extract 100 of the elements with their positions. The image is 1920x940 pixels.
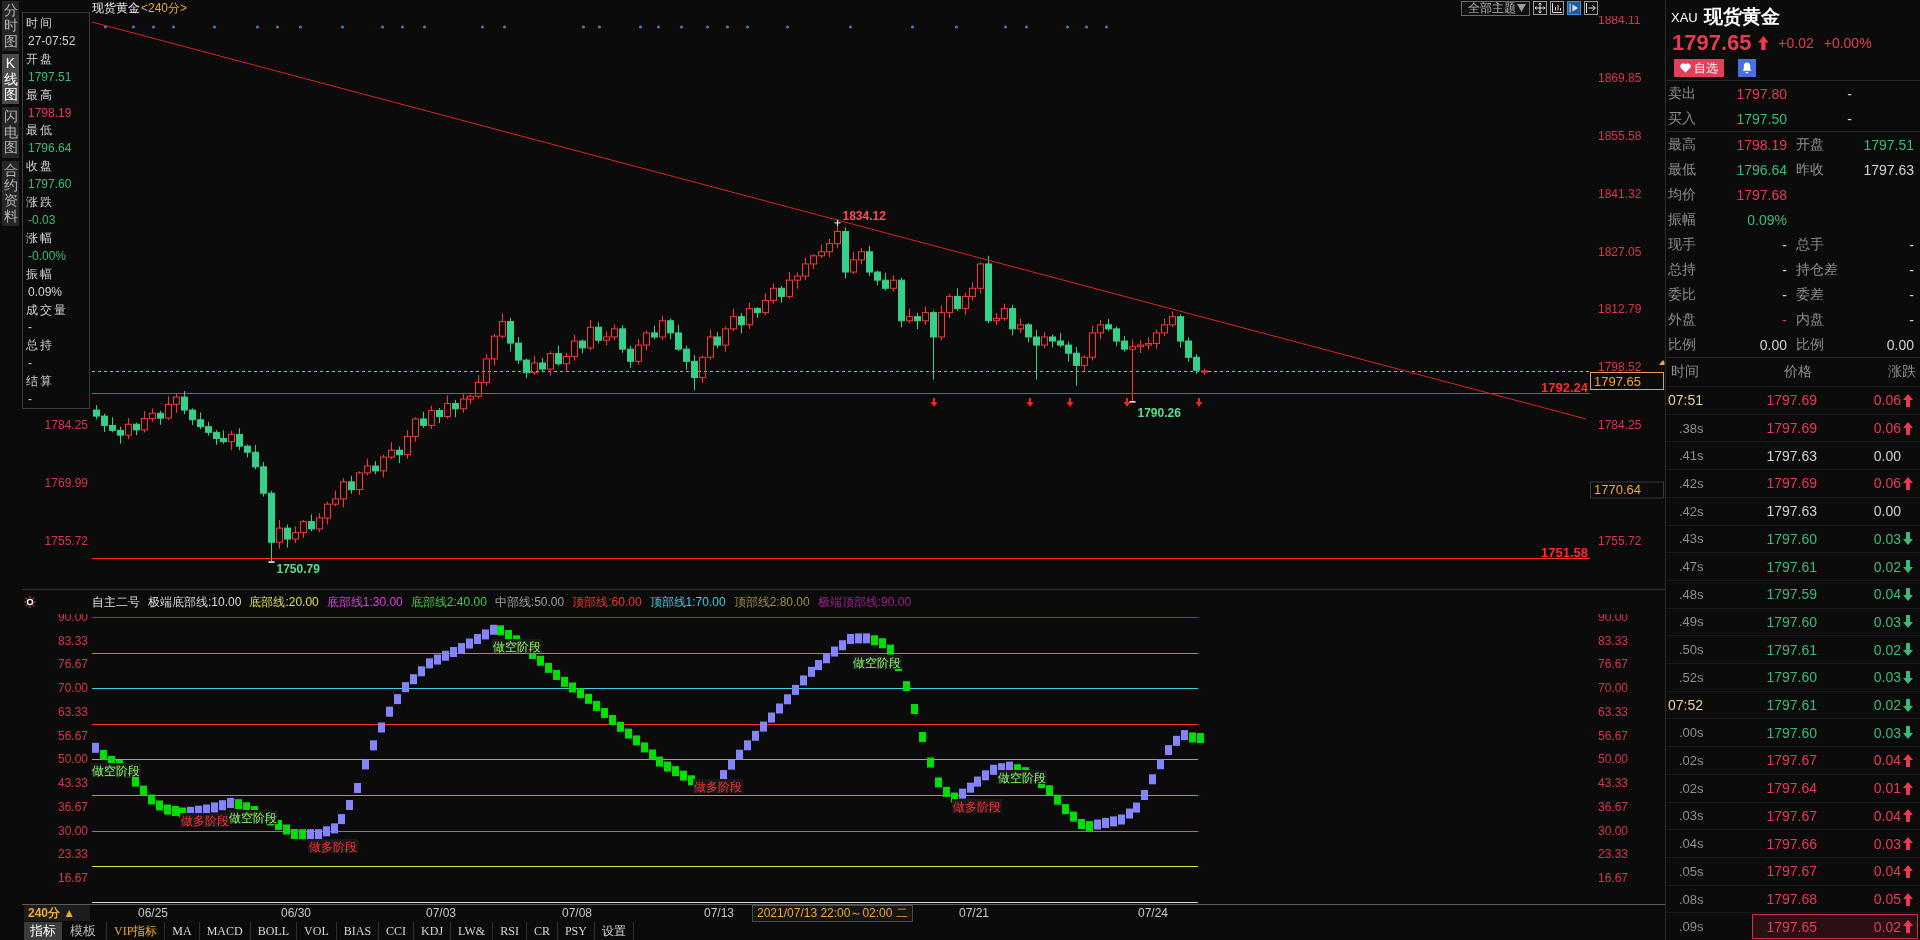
tick-row[interactable]: 07:52 1797.61 0.02 <box>1666 690 1920 719</box>
indicator-tab[interactable]: VOL <box>297 922 337 940</box>
chart-title: 现货黄金 <box>92 0 140 17</box>
down-arrow-icon <box>930 398 938 407</box>
quote-value: - <box>1782 236 1787 253</box>
phase-label: 做空阶段 <box>492 639 542 654</box>
quote-label: 比例 <box>1668 335 1696 354</box>
percent-change: +0.00% <box>1823 35 1872 51</box>
period-selector[interactable]: 240分 ▲ <box>24 905 90 921</box>
tick-change: 0.03 <box>1873 613 1901 630</box>
tick-time: .00s <box>1678 725 1704 741</box>
tick-row[interactable]: .03s 1797.67 0.04 <box>1666 801 1920 830</box>
axis-label: 56.67 <box>1598 728 1629 743</box>
quote-value: - <box>1909 311 1914 328</box>
tick-row[interactable]: .38s 1797.69 0.06 <box>1666 413 1920 442</box>
theme-dropdown[interactable]: 全部主题 <box>1461 0 1530 16</box>
indicator-tab[interactable]: VIP指标 <box>107 922 166 940</box>
indicator-tab[interactable]: CR <box>526 922 558 940</box>
axis-label: 23.33 <box>1598 847 1629 862</box>
signal-dot-icon <box>785 25 790 29</box>
tick-time: .42s <box>1678 503 1704 519</box>
settings-icon[interactable] <box>24 596 36 608</box>
column-header: 时间 <box>1670 363 1700 381</box>
play-icon <box>1568 2 1580 14</box>
side-tab[interactable]: 闪电图 <box>2 107 19 158</box>
indicator-tab[interactable]: 设置 <box>594 922 634 940</box>
tick-row[interactable]: .42s 1797.69 0.06 <box>1666 469 1920 497</box>
tick-time: .09s <box>1678 919 1704 935</box>
tick-change: 0.04 <box>1873 752 1901 769</box>
last-price: 1797.65 <box>1672 30 1752 56</box>
indicator-tab[interactable]: PSY <box>557 922 595 940</box>
price-change: +0.02 <box>1778 35 1814 51</box>
view-tab[interactable]: 指标 <box>24 922 62 940</box>
side-tab[interactable]: 合约资料 <box>2 160 19 227</box>
side-tab[interactable]: K线图 <box>2 54 19 105</box>
tick-row[interactable]: .02s 1797.64 0.01 <box>1666 773 1920 802</box>
quote-label: 总持 <box>1668 260 1696 279</box>
tick-row[interactable]: .00s 1797.60 0.03 <box>1666 718 1920 747</box>
tick-row[interactable]: .02s 1797.67 0.04 <box>1666 746 1920 774</box>
indicator-tab[interactable]: BIAS <box>336 922 380 940</box>
tick-time: .05s <box>1678 863 1704 879</box>
quote-label: 委比 <box>1668 285 1696 304</box>
info-label: 最高 <box>26 86 54 104</box>
quote-label: 委差 <box>1795 285 1824 304</box>
favorite-button[interactable]: 自选 <box>1674 59 1724 77</box>
tick-row[interactable]: .48s 1797.59 0.04 <box>1666 579 1920 608</box>
tick-row[interactable]: 07:51 1797.69 0.06 <box>1666 386 1920 414</box>
indicator-tab[interactable]: BOLL <box>250 922 298 940</box>
tick-change: 0.01 <box>1873 780 1901 797</box>
toolbar-button[interactable] <box>1533 1 1547 15</box>
axis-label: 1812.79 <box>1598 302 1642 317</box>
tick-row[interactable]: .05s 1797.67 0.04 <box>1666 856 1920 885</box>
axis-label: 63.33 <box>1598 704 1629 719</box>
tick-price: 1797.60 <box>1766 530 1817 547</box>
toolbar-button[interactable] <box>1584 1 1598 15</box>
tick-time: 07:51 <box>1667 392 1704 409</box>
indicator-tab[interactable]: MACD <box>199 922 251 940</box>
tick-row[interactable]: .04s 1797.66 0.03 <box>1666 829 1920 857</box>
view-tab[interactable]: 模板 <box>64 922 102 940</box>
quote-value: - <box>1782 286 1787 303</box>
tick-price: 1797.66 <box>1766 835 1817 852</box>
phase-label: 做空阶段 <box>91 763 141 778</box>
tick-change: 0.03 <box>1873 669 1901 686</box>
signal-dot-icon <box>597 25 602 29</box>
tick-row[interactable]: .08s 1797.68 0.05 <box>1666 884 1920 913</box>
side-tab[interactable]: 分时图 <box>2 1 19 52</box>
indicator-tab[interactable]: LW& <box>451 922 494 940</box>
tick-row[interactable]: .47s 1797.61 0.02 <box>1666 552 1920 580</box>
date-label: 07/24 <box>1138 906 1168 921</box>
tick-price: 1797.61 <box>1766 697 1817 714</box>
signal-dot-icon <box>298 25 303 29</box>
tick-price: 1797.69 <box>1766 420 1817 437</box>
signal-dot-icon <box>340 25 345 29</box>
axis-label: 43.33 <box>1598 776 1629 791</box>
phase-label: 做多阶段 <box>693 779 743 794</box>
alert-button[interactable] <box>1738 59 1756 77</box>
tick-row[interactable]: .52s 1797.60 0.03 <box>1666 663 1920 691</box>
info-value: 1798.19 <box>27 104 72 122</box>
indicator-tab[interactable]: RSI <box>493 922 527 940</box>
indicator-tab[interactable]: MA <box>165 922 200 940</box>
tick-change: 0.04 <box>1873 807 1901 824</box>
tick-price: 1797.67 <box>1766 752 1817 769</box>
tick-row[interactable]: .43s 1797.60 0.03 <box>1666 524 1920 553</box>
quote-value: - <box>1782 261 1787 278</box>
signal-dot-icon <box>171 25 176 29</box>
down-arrow-icon <box>1026 398 1034 407</box>
ref-line-label: 1797.65 <box>1594 373 1641 389</box>
indicator-tab[interactable]: KDJ <box>414 922 452 940</box>
toolbar-button[interactable] <box>1550 1 1564 15</box>
tick-time: .43s <box>1678 531 1704 547</box>
indicator-tab[interactable]: CCI <box>379 922 415 940</box>
tick-row[interactable]: .41s 1797.63 0.00 <box>1666 441 1920 470</box>
info-value: - <box>27 319 32 337</box>
low-marker-icon <box>267 561 276 563</box>
tick-row[interactable]: .49s 1797.60 0.03 <box>1666 607 1920 636</box>
tick-row[interactable]: .42s 1797.63 0.00 <box>1666 496 1920 525</box>
info-label: 收盘 <box>26 158 54 176</box>
tick-price: 1797.68 <box>1766 891 1817 907</box>
tick-row[interactable]: .50s 1797.61 0.02 <box>1666 635 1920 664</box>
phase-label: 做多阶段 <box>180 813 230 828</box>
